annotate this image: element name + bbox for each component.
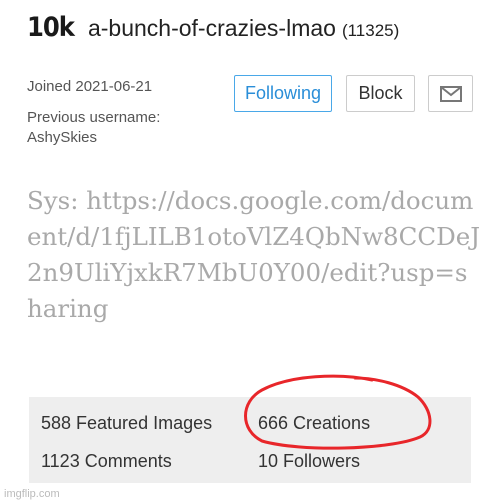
previous-username-value: AshySkies xyxy=(27,129,98,146)
points-count: (11325) xyxy=(341,21,400,40)
stats-panel: 588 Featured Images 666 Creations 1123 C… xyxy=(29,397,471,483)
imgflip-watermark: imgflip.com xyxy=(4,488,60,500)
block-button[interactable]: Block xyxy=(346,75,415,112)
creations-link[interactable]: 666 Creations xyxy=(258,413,370,434)
comments-link[interactable]: 1123 Comments xyxy=(41,451,172,472)
previous-username: Previous username: AshySkies xyxy=(27,108,160,148)
profile-header: 10k a-bunch-of-crazies-lmao (11325) xyxy=(27,12,399,43)
envelope-icon xyxy=(439,85,462,102)
rank-badge: 10k xyxy=(27,12,75,43)
joined-date: Joined 2021-06-21 xyxy=(27,78,153,95)
username: a-bunch-of-crazies-lmao xyxy=(87,15,336,41)
profile-description: Sys: https://docs.google.com/document/d/… xyxy=(27,186,481,323)
following-button[interactable]: Following xyxy=(234,75,332,112)
featured-images-link[interactable]: 588 Featured Images xyxy=(41,413,212,434)
previous-username-label: Previous username: xyxy=(27,109,161,126)
message-button[interactable] xyxy=(428,75,473,112)
followers-link[interactable]: 10 Followers xyxy=(258,451,360,472)
